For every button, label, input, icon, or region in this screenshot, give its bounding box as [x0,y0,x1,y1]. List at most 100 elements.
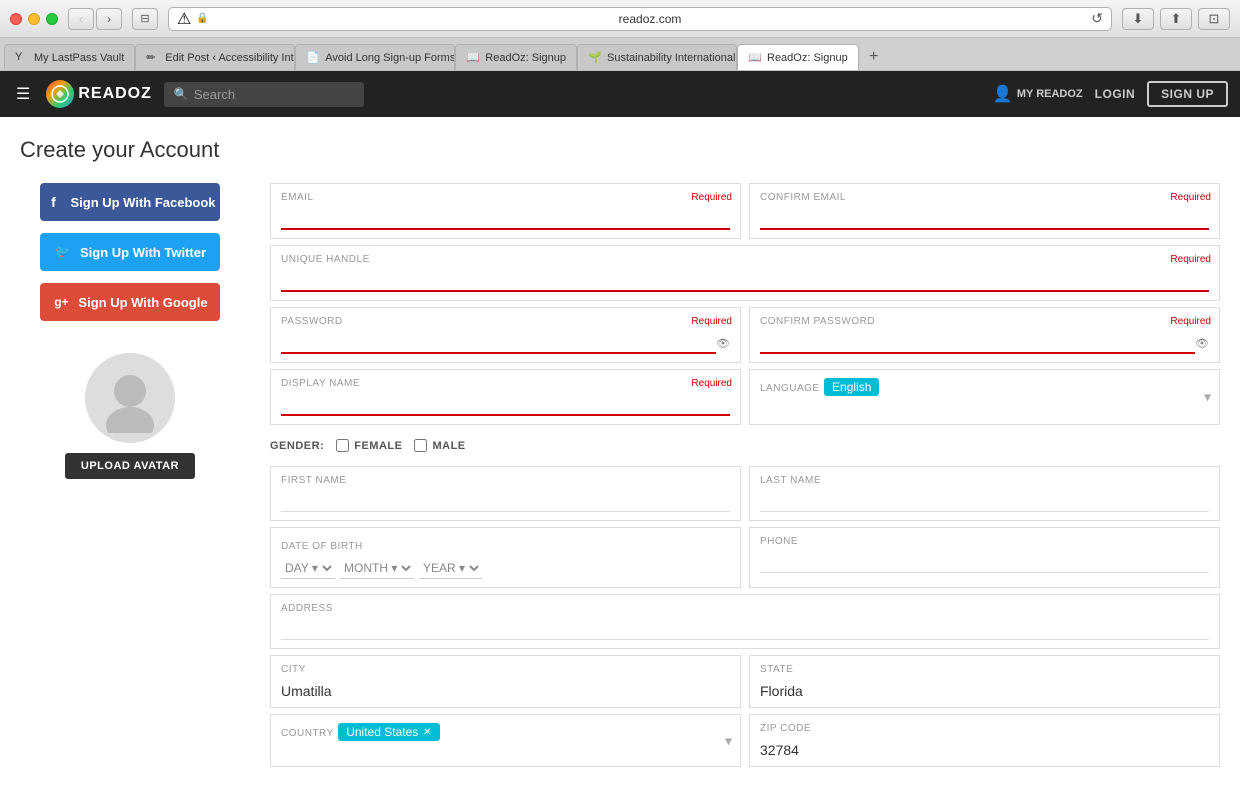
readoz-logo[interactable]: READOZ [46,80,152,108]
country-zip-row: COUNTRY United States ✕ ▾ ZIP CODE 32784 [270,714,1220,767]
address-row: ADDRESS [270,594,1220,649]
window-view-button[interactable]: ⊟ [132,8,158,30]
female-checkbox[interactable] [336,439,349,452]
maximize-button[interactable] [46,13,58,25]
share-button[interactable]: ⬆ [1160,8,1192,30]
tab-favicon-readoz2: 📖 [748,51,762,65]
tab-label-edit-post: Edit Post ‹ Accessibility Int... [165,52,295,64]
tab-avoid[interactable]: 📄 Avoid Long Sign-up Forms... [295,44,455,70]
tab-sustainability[interactable]: 🌱 Sustainability International [577,44,737,70]
download-button[interactable]: ⬇ [1122,8,1154,30]
language-label: LANGUAGE [760,383,820,394]
forward-button[interactable]: › [96,8,122,30]
email-input[interactable] [281,209,730,230]
facebook-signup-button[interactable]: f Sign Up With Facebook [40,183,220,221]
handle-label: UNIQUE HANDLE [281,254,1209,265]
tab-label-readoz1: ReadOz: Signup [485,52,566,64]
avatar-section: UPLOAD AVATAR [65,353,195,479]
twitter-signup-label: Sign Up With Twitter [80,245,206,260]
tab-label-avoid: Avoid Long Sign-up Forms... [325,52,455,64]
fullscreen-button[interactable]: ⊡ [1198,8,1230,30]
my-readoz-link[interactable]: 👤 MY READOZ [993,84,1083,104]
dob-day-select[interactable]: DAY ▾ [281,558,335,579]
confirm-password-toggle-icon[interactable]: 👁 [1195,337,1209,350]
reload-button[interactable]: ↺ [1091,10,1103,27]
handle-required: Required [1170,254,1211,265]
twitter-signup-button[interactable]: 🐦 Sign Up With Twitter [40,233,220,271]
address-label: ADDRESS [281,603,1209,614]
display-name-field-container: DISPLAY NAME Required [270,369,741,425]
male-checkbox[interactable] [414,439,427,452]
title-bar-actions: ⬇ ⬆ ⊡ [1122,8,1230,30]
dob-field-container: DATE OF BIRTH DAY ▾ MONTH ▾ YEAR ▾ [270,527,741,588]
male-label: MALE [432,440,465,452]
search-icon: 🔍 [174,87,189,101]
search-container[interactable]: 🔍 [164,82,364,107]
confirm-password-required: Required [1170,316,1211,327]
confirm-email-label: CONFIRM EMAIL [760,192,1209,203]
email-label: EMAIL [281,192,730,203]
hamburger-menu[interactable]: ☰ [12,80,34,108]
confirm-email-input[interactable] [760,209,1209,230]
gender-label: GENDER: [270,440,324,452]
window-chrome: ‹ › ⊟ ⚠ 🔒 readoz.com ↺ ⬇ ⬆ ⊡ Y My LastPa… [0,0,1240,71]
confirm-password-input[interactable] [760,333,1195,354]
male-option[interactable]: MALE [414,439,465,452]
address-field-container: ADDRESS [270,594,1220,649]
phone-input[interactable] [760,553,1209,573]
signup-form: EMAIL Required CONFIRM EMAIL Required UN… [270,183,1220,767]
last-name-input[interactable] [760,492,1209,512]
phone-field-container: PHONE [749,527,1220,588]
search-input[interactable] [194,87,344,102]
page-title: Create your Account [20,137,1220,163]
display-name-input[interactable] [281,395,730,416]
country-scroll-icon[interactable]: ▾ [725,732,732,749]
first-name-input[interactable] [281,492,730,512]
address-input[interactable] [281,620,1209,640]
signup-button[interactable]: SIGN UP [1147,81,1228,107]
address-text: readoz.com [214,12,1086,26]
password-row: PASSWORD Required 👁 CONFIRM PASSWORD Req… [270,307,1220,363]
dob-year-select[interactable]: YEAR ▾ [419,558,482,579]
female-label: FEMALE [354,440,402,452]
dob-label: DATE OF BIRTH [281,541,363,552]
new-tab-button[interactable]: + [861,44,887,70]
minimize-button[interactable] [28,13,40,25]
address-bar[interactable]: ⚠ 🔒 readoz.com ↺ [168,7,1112,31]
tab-favicon-lastpass: Y [15,51,29,65]
password-label: PASSWORD [281,316,730,327]
tab-favicon-sustainability: 🌱 [588,51,602,65]
password-input[interactable] [281,333,716,354]
close-button[interactable] [10,13,22,25]
last-name-label: LAST NAME [760,475,1209,486]
password-toggle-icon[interactable]: 👁 [716,337,730,350]
left-panel: f Sign Up With Facebook 🐦 Sign Up With T… [20,183,240,767]
dob-phone-row: DATE OF BIRTH DAY ▾ MONTH ▾ YEAR ▾ PHONE [270,527,1220,588]
dob-month-select[interactable]: MONTH ▾ [340,558,414,579]
google-signup-button[interactable]: g+ Sign Up With Google [40,283,220,321]
country-field-container[interactable]: COUNTRY United States ✕ ▾ [270,714,741,767]
language-field-container[interactable]: LANGUAGE English ▾ [749,369,1220,425]
avatar [85,353,175,443]
state-value: Florida [760,683,1209,699]
tab-readoz1[interactable]: 📖 ReadOz: Signup [455,44,577,70]
facebook-signup-label: Sign Up With Facebook [70,195,215,210]
tab-lastpass[interactable]: Y My LastPass Vault [4,44,135,70]
email-required: Required [691,192,732,203]
lock-icon: 🔒 [196,13,208,24]
handle-input[interactable] [281,271,1209,292]
tab-label-sustainability: Sustainability International [607,52,735,64]
tab-edit-post[interactable]: ✏ Edit Post ‹ Accessibility Int... [135,44,295,70]
back-button[interactable]: ‹ [68,8,94,30]
city-field-container: CITY Umatilla [270,655,741,708]
language-dropdown-icon[interactable]: ▾ [1204,389,1211,406]
login-link[interactable]: LOGIN [1095,87,1136,101]
tab-readoz2[interactable]: 📖 ReadOz: Signup [737,44,859,70]
content-area: f Sign Up With Facebook 🐦 Sign Up With T… [20,183,1220,767]
upload-avatar-button[interactable]: UPLOAD AVATAR [65,453,195,479]
display-language-row: DISPLAY NAME Required LANGUAGE English ▾ [270,369,1220,425]
female-option[interactable]: FEMALE [336,439,402,452]
state-field-container: STATE Florida [749,655,1220,708]
tab-label-lastpass: My LastPass Vault [34,52,124,64]
country-tag-close[interactable]: ✕ [423,727,431,738]
